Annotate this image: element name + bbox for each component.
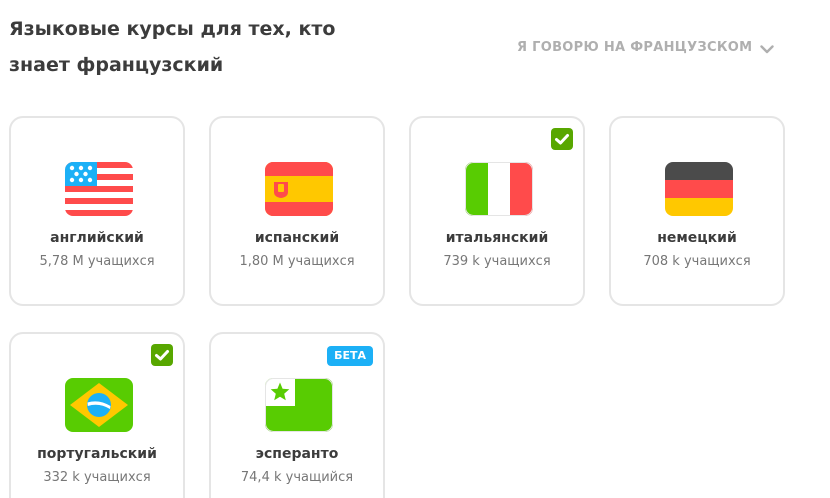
course-name: немецкий [657, 230, 737, 246]
germany-flag-icon [665, 162, 733, 216]
course-card-english[interactable]: английский 5,78 M учащихся [9, 116, 185, 306]
course-card-esperanto[interactable]: БЕТА эсперанто 74,4 k учащийся [209, 332, 385, 498]
course-card-german[interactable]: немецкий 708 k учащихся [609, 116, 785, 306]
usa-flag-icon [65, 162, 133, 216]
course-learners: 74,4 k учащийся [240, 470, 354, 485]
course-card-portuguese[interactable]: португальский 332 k учащихся [9, 332, 185, 498]
beta-badge: БЕТА [327, 346, 373, 366]
course-learners: 332 k учащихся [43, 470, 151, 485]
brazil-flag-icon [65, 378, 133, 432]
course-learners: 5,78 M учащихся [39, 254, 155, 269]
check-icon [151, 344, 173, 366]
course-name: эсперанто [255, 446, 339, 462]
esperanto-flag-icon [265, 378, 333, 432]
course-learners: 739 k учащихся [443, 254, 551, 269]
course-learners: 1,80 M учащихся [239, 254, 355, 269]
course-card-spanish[interactable]: испанский 1,80 M учащихся [209, 116, 385, 306]
check-icon [551, 128, 573, 150]
italy-flag-icon [465, 162, 533, 216]
course-name: испанский [254, 230, 340, 246]
language-dropdown[interactable]: Я ГОВОРЮ НА ФРАНЦУЗСКОМ [517, 36, 775, 58]
language-dropdown-label: Я ГОВОРЮ НА ФРАНЦУЗСКОМ [517, 39, 753, 55]
course-name: английский [50, 230, 144, 246]
chevron-down-icon [760, 39, 775, 58]
course-selection-page: Языковые курсы для тех, кто знает францу… [0, 0, 830, 498]
page-title: Языковые курсы для тех, кто знает францу… [9, 18, 336, 76]
course-name: португальский [37, 446, 157, 462]
course-card-italian[interactable]: итальянский 739 k учащихся [409, 116, 585, 306]
spain-flag-icon [265, 162, 333, 216]
course-learners: 708 k учащихся [643, 254, 751, 269]
course-name: итальянский [445, 230, 549, 246]
